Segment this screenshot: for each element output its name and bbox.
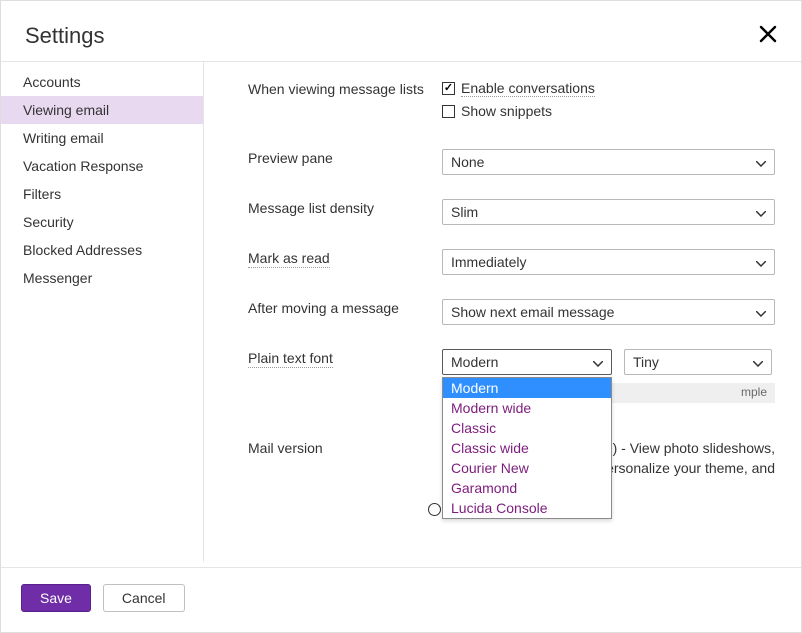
checkbox-icon xyxy=(442,105,455,118)
font-option-classic-wide[interactable]: Classic wide xyxy=(443,438,611,458)
font-option-modern[interactable]: Modern xyxy=(443,378,611,398)
select-value-font-size: Tiny xyxy=(633,354,659,370)
select-value-mark-read: Immediately xyxy=(451,254,526,270)
settings-dialog: Settings Accounts Viewing email Writing … xyxy=(0,0,802,633)
select-after-move[interactable]: Show next email message xyxy=(442,299,775,325)
row-message-lists: When viewing message lists Enable conver… xyxy=(248,80,775,125)
label-font: Plain text font xyxy=(248,350,333,368)
label-mark-read: Mark as read xyxy=(248,250,330,268)
checkbox-label-show-snippets: Show snippets xyxy=(461,103,552,119)
label-message-lists: When viewing message lists xyxy=(248,81,424,97)
sidebar-item-security[interactable]: Security xyxy=(1,208,203,236)
checkbox-label-enable-conversations: Enable conversations xyxy=(461,80,595,97)
font-option-garamond[interactable]: Garamond xyxy=(443,478,611,498)
chevron-down-icon xyxy=(756,304,766,320)
sidebar-item-filters[interactable]: Filters xyxy=(1,180,203,208)
row-after-move: After moving a message Show next email m… xyxy=(248,299,775,325)
select-value-after-move: Show next email message xyxy=(451,304,614,320)
chevron-down-icon xyxy=(593,354,603,370)
select-value-density: Slim xyxy=(451,204,478,220)
row-font: Plain text font Modern Modern Modern wid… xyxy=(248,349,775,403)
select-font-family[interactable]: Modern Modern Modern wide Classic Classi… xyxy=(442,349,612,375)
chevron-down-icon xyxy=(756,204,766,220)
checkbox-icon xyxy=(442,82,455,95)
chevron-down-icon xyxy=(753,354,763,370)
close-icon[interactable] xyxy=(759,25,777,48)
radio-icon xyxy=(428,503,441,516)
font-option-classic[interactable]: Classic xyxy=(443,418,611,438)
select-font-size[interactable]: Tiny xyxy=(624,349,772,375)
font-option-lucida-console[interactable]: Lucida Console xyxy=(443,498,611,518)
select-mark-read[interactable]: Immediately xyxy=(442,249,775,275)
row-mark-read: Mark as read Immediately xyxy=(248,249,775,275)
dialog-title: Settings xyxy=(25,23,105,49)
chevron-down-icon xyxy=(756,254,766,270)
checkbox-show-snippets[interactable]: Show snippets xyxy=(442,103,775,119)
font-option-courier-new[interactable]: Courier New xyxy=(443,458,611,478)
label-mail-version: Mail version xyxy=(248,440,323,456)
checkbox-enable-conversations[interactable]: Enable conversations xyxy=(442,80,775,97)
font-dropdown: Modern Modern wide Classic Classic wide … xyxy=(442,377,612,519)
chevron-down-icon xyxy=(756,154,766,170)
sidebar-item-accounts[interactable]: Accounts xyxy=(1,68,203,96)
select-value-font: Modern xyxy=(451,354,498,370)
sidebar-item-blocked-addresses[interactable]: Blocked Addresses xyxy=(1,236,203,264)
font-option-modern-wide[interactable]: Modern wide xyxy=(443,398,611,418)
content-pane: When viewing message lists Enable conver… xyxy=(204,62,801,562)
save-button[interactable]: Save xyxy=(21,584,91,612)
label-density: Message list density xyxy=(248,200,374,216)
dialog-body: Accounts Viewing email Writing email Vac… xyxy=(1,62,801,562)
dialog-header: Settings xyxy=(1,1,801,62)
row-density: Message list density Slim xyxy=(248,199,775,225)
sidebar-item-messenger[interactable]: Messenger xyxy=(1,264,203,292)
select-preview-pane[interactable]: None xyxy=(442,149,775,175)
sidebar-item-writing-email[interactable]: Writing email xyxy=(1,124,203,152)
label-after-move: After moving a message xyxy=(248,300,399,316)
sidebar-item-vacation-response[interactable]: Vacation Response xyxy=(1,152,203,180)
select-density[interactable]: Slim xyxy=(442,199,775,225)
select-value-preview-pane: None xyxy=(451,154,484,170)
cancel-button[interactable]: Cancel xyxy=(103,584,185,612)
row-preview-pane: Preview pane None xyxy=(248,149,775,175)
sidebar: Accounts Viewing email Writing email Vac… xyxy=(1,62,204,562)
sidebar-item-viewing-email[interactable]: Viewing email xyxy=(1,96,203,124)
dialog-footer: Save Cancel xyxy=(1,567,801,632)
label-preview-pane: Preview pane xyxy=(248,150,333,166)
